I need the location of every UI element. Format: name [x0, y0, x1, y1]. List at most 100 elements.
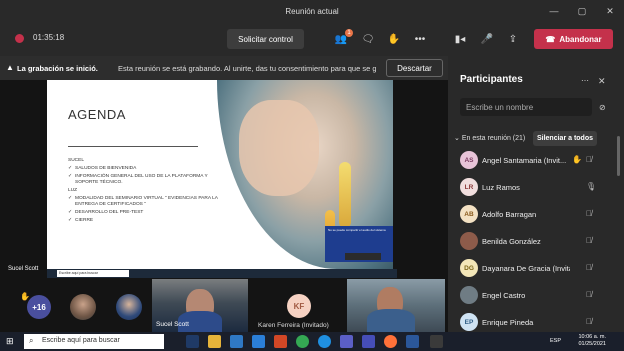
close-panel-icon[interactable]: ✕	[598, 76, 606, 87]
teams-icon[interactable]	[340, 335, 353, 348]
agenda-item: MODALIDAD DEL SEMINARIO VIRTUAL " EVIDEN…	[68, 196, 218, 208]
close-window-button[interactable]: ✕	[596, 0, 624, 22]
participant-row[interactable]: LR Luz Ramos 🎙	[448, 175, 624, 201]
task-view-icon[interactable]	[186, 335, 199, 348]
mic-muted-icon[interactable]: 🎙̸	[586, 317, 592, 326]
presenter-name: Sucel Scott	[8, 266, 39, 272]
slide-title: AGENDA	[68, 107, 126, 122]
mic-muted-icon[interactable]: 🎙̸	[586, 263, 592, 272]
shared-taskbar: Escribe aquí para buscar	[47, 269, 397, 278]
participant-name: Angel Santamaria (Invit...	[482, 156, 567, 165]
participant-avatar	[460, 286, 478, 304]
maximize-button[interactable]: ▢	[568, 0, 596, 22]
mic-muted-icon[interactable]: 🎙̸	[586, 209, 592, 218]
more-options-icon[interactable]: •••	[412, 31, 428, 47]
edge-icon[interactable]	[318, 335, 331, 348]
leave-label: Abandonar	[559, 34, 602, 44]
participant-name: Dayanara De Gracia (Invita...	[482, 264, 570, 273]
participant-avatar[interactable]	[70, 294, 96, 320]
mic-muted-icon[interactable]: 🎙̸	[586, 155, 592, 164]
word-icon[interactable]	[406, 335, 419, 348]
participant-avatar: EP	[460, 313, 478, 331]
participant-name: Enrique Pineda	[482, 318, 534, 327]
invite-search-input[interactable]: Escribe un nombre	[460, 98, 592, 116]
clock-date: 01/25/2021	[578, 341, 606, 347]
share-invite-icon[interactable]: ⊘	[599, 103, 606, 112]
participant-avatar: DG	[460, 259, 478, 277]
chevron-down-icon: ⌄	[454, 135, 460, 142]
participant-avatar[interactable]	[116, 294, 142, 320]
mic-muted-icon[interactable]: 🎙̸	[586, 236, 592, 245]
participant-row[interactable]: Engel Castro 🎙̸	[448, 283, 624, 309]
warning-icon: ▲	[6, 63, 14, 72]
participant-avatar: AS	[460, 151, 478, 169]
store-icon[interactable]	[230, 335, 243, 348]
panel-title: Participantes	[460, 74, 523, 85]
participant-avatar: LR	[460, 178, 478, 196]
test-tube-image	[339, 162, 351, 228]
teams-icon[interactable]	[362, 335, 375, 348]
participant-avatar	[460, 232, 478, 250]
raise-hand-icon[interactable]: ✋	[386, 31, 402, 47]
more-participants-button[interactable]: +16	[27, 295, 51, 319]
recording-banner: ▲ La grabación se inició. Esta reunión s…	[0, 56, 448, 80]
app-icon[interactable]	[274, 335, 287, 348]
participant-row[interactable]: Benilda González 🎙̸	[448, 229, 624, 255]
pop-out-icon[interactable]: ⋯	[581, 76, 589, 85]
language-indicator[interactable]: ESP	[550, 338, 561, 344]
mic-icon[interactable]: 🎙	[586, 182, 596, 191]
meeting-toolbar: 01:35:18 Solicitar control 👥 1 🗨 ✋ ••• ▮…	[0, 22, 624, 56]
agenda-section-heading: SUCEL	[68, 158, 84, 163]
agenda-item: CIERRE	[68, 218, 218, 224]
clock-time: 10:06 a. m.	[578, 334, 606, 340]
agenda-list: SUCEL SALUDOS DE BIENVENIDA INFORMACIÓN …	[68, 156, 218, 224]
banner-text: Esta reunión se está grabando. Al unirte…	[118, 64, 376, 73]
clock[interactable]: 10:06 a. m. 01/25/2021	[566, 334, 606, 348]
chat-icon[interactable]: 🗨	[360, 31, 376, 47]
in-meeting-section[interactable]: ⌄ En esta reunión (21)	[454, 134, 525, 142]
dismiss-button[interactable]: Descartar	[386, 59, 443, 77]
mail-icon[interactable]	[252, 335, 265, 348]
microphone-icon[interactable]: 🎤	[479, 31, 495, 47]
shared-taskbar-search: Escribe aquí para buscar	[57, 270, 129, 277]
video-tile[interactable]: Sucel Scott	[152, 279, 248, 332]
start-icon[interactable]: ⊞	[6, 336, 14, 347]
shared-slide: AGENDA SUCEL SALUDOS DE BIENVENIDA INFOR…	[47, 80, 393, 269]
minimize-button[interactable]: —	[540, 0, 568, 22]
taskbar-search-placeholder: Escribe aquí para buscar	[42, 337, 120, 344]
camera-icon[interactable]: ▮◂	[452, 31, 468, 47]
audio-share-popup: No se puede compartir el audio del siste…	[325, 226, 393, 262]
in-meeting-count: En esta reunión (21)	[461, 135, 526, 142]
participant-row[interactable]: AB Adolfo Barragan 🎙̸	[448, 202, 624, 228]
banner-title: La grabación se inició.	[17, 64, 98, 73]
chrome-icon[interactable]	[296, 335, 309, 348]
window-title: Reunión actual	[285, 6, 339, 16]
video-tile[interactable]	[347, 279, 445, 332]
request-control-button[interactable]: Solicitar control	[227, 29, 304, 49]
firefox-icon[interactable]	[384, 335, 397, 348]
app-icon[interactable]	[430, 335, 443, 348]
file-explorer-icon[interactable]	[208, 335, 221, 348]
window-titlebar: Reunión actual — ▢ ✕	[0, 0, 624, 22]
popup-text: No se puede compartir el audio del siste…	[328, 228, 386, 232]
mic-muted-icon[interactable]: 🎙̸	[586, 290, 592, 299]
video-tile-name: Karen Ferreira (Invitado)	[258, 322, 329, 329]
agenda-item: INFORMACIÓN GENERAL DEL USO DE LA PLATAF…	[68, 174, 218, 186]
participant-name: Adolfo Barragan	[482, 210, 537, 219]
phone-hangup-icon: ☎	[545, 34, 556, 44]
share-screen-icon[interactable]: ⇪	[505, 31, 521, 47]
leave-button[interactable]: ☎ Abandonar	[534, 29, 613, 49]
mute-all-button[interactable]: Silenciar a todos	[533, 131, 597, 146]
scientist-face	[239, 100, 319, 196]
agenda-item: DESARROLLO DEL PRE-TEST	[68, 210, 218, 216]
taskbar-search[interactable]: ⌕ Escribe aquí para buscar	[24, 334, 164, 349]
participant-avatar[interactable]: KF	[287, 294, 311, 318]
participant-row[interactable]: DG Dayanara De Gracia (Invita... 🎙̸	[448, 256, 624, 282]
window-controls: — ▢ ✕	[540, 0, 624, 22]
participant-row[interactable]: AS Angel Santamaria (Invit... ✋ 🎙̸	[448, 148, 624, 174]
raise-hand-icon: ✋	[572, 155, 582, 164]
recording-icon	[15, 34, 24, 43]
participant-name: Benilda González	[482, 237, 541, 246]
participant-avatar: AB	[460, 205, 478, 223]
person-video	[367, 309, 415, 332]
